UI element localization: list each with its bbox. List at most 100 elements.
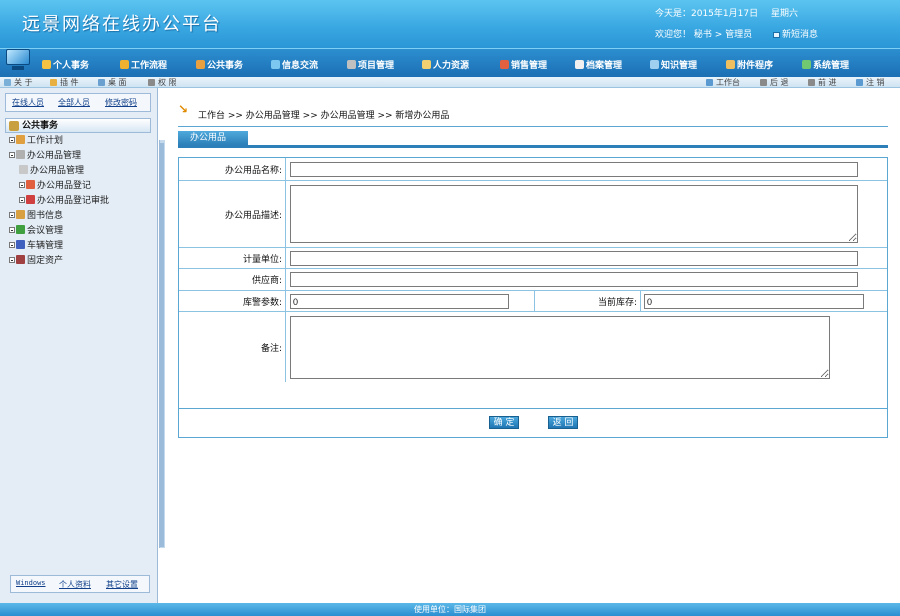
toolbar-home[interactable]: 工作台 <box>706 77 740 88</box>
hr-icon <box>422 60 431 69</box>
menu-public-affairs[interactable]: 公共事务 <box>196 58 243 71</box>
current-stock-label: 当前库存: <box>534 291 641 311</box>
welcome-text: 欢迎您！ 秘书 > 管理员 <box>655 30 753 40</box>
book-icon <box>16 210 25 219</box>
public-affairs-icon <box>9 121 19 131</box>
unit-input[interactable] <box>290 251 858 266</box>
breadcrumb: ↘ 工作台 >> 办公用品管理 >> 办公用品管理 >> 新增办公用品 <box>178 103 450 121</box>
attachment-icon <box>726 60 735 69</box>
welcome-area: 欢迎您！ 秘书 > 管理员 新短消息 <box>655 27 818 40</box>
public-affairs-icon <box>196 60 205 69</box>
online-users-link[interactable]: 在线人员 <box>12 97 44 108</box>
toolbar-permission[interactable]: 权 限 <box>148 77 177 88</box>
toolbar-plugin[interactable]: 插 件 <box>50 77 79 88</box>
tree-node-meetings[interactable]: 会议管理 <box>9 225 63 237</box>
workflow-icon <box>120 60 129 69</box>
sales-icon <box>500 60 509 69</box>
description-label: 办公用品描述: <box>179 181 286 247</box>
profile-link[interactable]: 个人资料 <box>59 579 91 590</box>
weekday-text: 星期六 <box>770 9 798 19</box>
tab-office-supplies[interactable]: 办公用品 <box>178 131 248 145</box>
date-display: 今天是：2015年1月17日 星期六 <box>655 6 808 19</box>
expand-icon[interactable] <box>19 182 25 188</box>
supply-form: 办公用品名称: 办公用品描述: 计量单位: 供应商: 库警参数: 当前库存: 备… <box>178 157 888 409</box>
new-message-label: 新短消息 <box>782 30 819 40</box>
other-settings-link[interactable]: 其它设置 <box>106 579 138 590</box>
divider <box>178 126 888 127</box>
message-icon <box>773 31 780 38</box>
menu-messaging[interactable]: 信息交流 <box>271 58 318 71</box>
all-users-link[interactable]: 全部人员 <box>58 97 90 108</box>
description-textarea[interactable] <box>290 185 858 243</box>
tree-node-supplies-manage[interactable]: 办公用品管理 <box>19 165 84 177</box>
sidebar-scroll-thumb[interactable] <box>160 143 164 547</box>
change-password-link[interactable]: 修改密码 <box>105 97 137 108</box>
stock-param-label: 库警参数: <box>179 291 286 311</box>
menu-workflow[interactable]: 工作流程 <box>120 58 167 71</box>
menu-sales[interactable]: 销售管理 <box>500 58 547 71</box>
confirm-button[interactable]: 确 定 <box>489 416 519 429</box>
tree-node-supplies-approve[interactable]: 办公用品登记审批 <box>19 195 109 207</box>
stock-param-input[interactable] <box>290 294 509 309</box>
toolbar-back[interactable]: 后 退 <box>760 77 789 88</box>
form-row-unit: 计量单位: <box>179 248 887 269</box>
date-text: 今天是：2015年1月17日 <box>655 9 759 19</box>
expand-icon[interactable] <box>19 197 25 203</box>
tree-node-supplies-register[interactable]: 办公用品登记 <box>19 180 91 192</box>
tree-node-work-plan[interactable]: 工作计划 <box>9 135 63 147</box>
app-title: 远景网络在线办公平台 <box>22 14 222 35</box>
expand-icon[interactable] <box>9 227 15 233</box>
tree-node-office-supplies[interactable]: 办公用品管理 <box>9 150 81 162</box>
sidebar: 在线人员 全部人员 修改密码 公共事务 工作计划 办公用品管理 办公用品管理 办… <box>0 88 158 603</box>
form-actions: 确 定 返 回 <box>178 409 888 438</box>
name-label: 办公用品名称: <box>179 158 286 180</box>
toolbar-about[interactable]: 关 于 <box>4 77 33 88</box>
menu-attachment[interactable]: 附件程序 <box>726 58 773 71</box>
toolbar-forward[interactable]: 前 进 <box>808 77 837 88</box>
sidebar-top-links: 在线人员 全部人员 修改密码 <box>5 93 151 112</box>
supplier-input[interactable] <box>290 272 858 287</box>
supplier-label: 供应商: <box>179 269 286 290</box>
menu-knowledge[interactable]: 知识管理 <box>650 58 697 71</box>
breadcrumb-text: 工作台 >> 办公用品管理 >> 办公用品管理 >> 新增办公用品 <box>198 111 450 121</box>
archive-icon <box>575 60 584 69</box>
remark-textarea[interactable] <box>290 316 830 379</box>
footer: 使用单位：国际集团 <box>0 603 900 616</box>
current-stock-input[interactable] <box>644 294 864 309</box>
knowledge-icon <box>650 60 659 69</box>
tree-node-books[interactable]: 图书信息 <box>9 210 63 222</box>
menu-archive[interactable]: 档案管理 <box>575 58 622 71</box>
back-button[interactable]: 返 回 <box>548 416 578 429</box>
collapse-icon[interactable] <box>9 152 15 158</box>
toolbar-logout[interactable]: 注 销 <box>856 77 885 88</box>
expand-icon[interactable] <box>9 212 15 218</box>
expand-icon[interactable] <box>9 137 15 143</box>
tab-bar: 办公用品 <box>178 131 888 148</box>
menu-project[interactable]: 项目管理 <box>347 58 394 71</box>
unit-label: 计量单位: <box>179 248 286 268</box>
main-menu: 个人事务 工作流程 公共事务 信息交流 项目管理 人力资源 销售管理 档案管理 … <box>0 48 900 77</box>
menu-hr[interactable]: 人力资源 <box>422 58 469 71</box>
expand-icon[interactable] <box>9 242 15 248</box>
project-icon <box>347 60 356 69</box>
form-row-supplier: 供应商: <box>179 269 887 291</box>
header: 远景网络在线办公平台 今天是：2015年1月17日 星期六 欢迎您！ 秘书 > … <box>0 0 900 48</box>
permission-icon <box>148 79 155 86</box>
tree-node-vehicles[interactable]: 车辆管理 <box>9 240 63 252</box>
vehicle-icon <box>16 240 25 249</box>
computer-icon <box>4 47 34 73</box>
name-input[interactable] <box>290 162 858 177</box>
tree-node-assets[interactable]: 固定资产 <box>9 255 63 267</box>
windows-link[interactable]: Windows <box>16 579 46 587</box>
toolbar-desktop[interactable]: 桌 面 <box>98 77 127 88</box>
new-message-link[interactable]: 新短消息 <box>773 30 818 40</box>
menu-personal[interactable]: 个人事务 <box>42 58 89 71</box>
form-row-stock: 库警参数: 当前库存: <box>179 291 887 312</box>
system-icon <box>802 60 811 69</box>
menu-system[interactable]: 系统管理 <box>802 58 849 71</box>
expand-icon[interactable] <box>9 257 15 263</box>
supplies-approve-icon <box>26 195 35 204</box>
main-content: ↘ 工作台 >> 办公用品管理 >> 办公用品管理 >> 新增办公用品 办公用品 … <box>168 88 900 603</box>
tree-title[interactable]: 公共事务 <box>5 118 151 133</box>
quick-toolbar: 关 于 插 件 桌 面 权 限 工作台 后 退 前 进 注 销 <box>0 77 900 88</box>
